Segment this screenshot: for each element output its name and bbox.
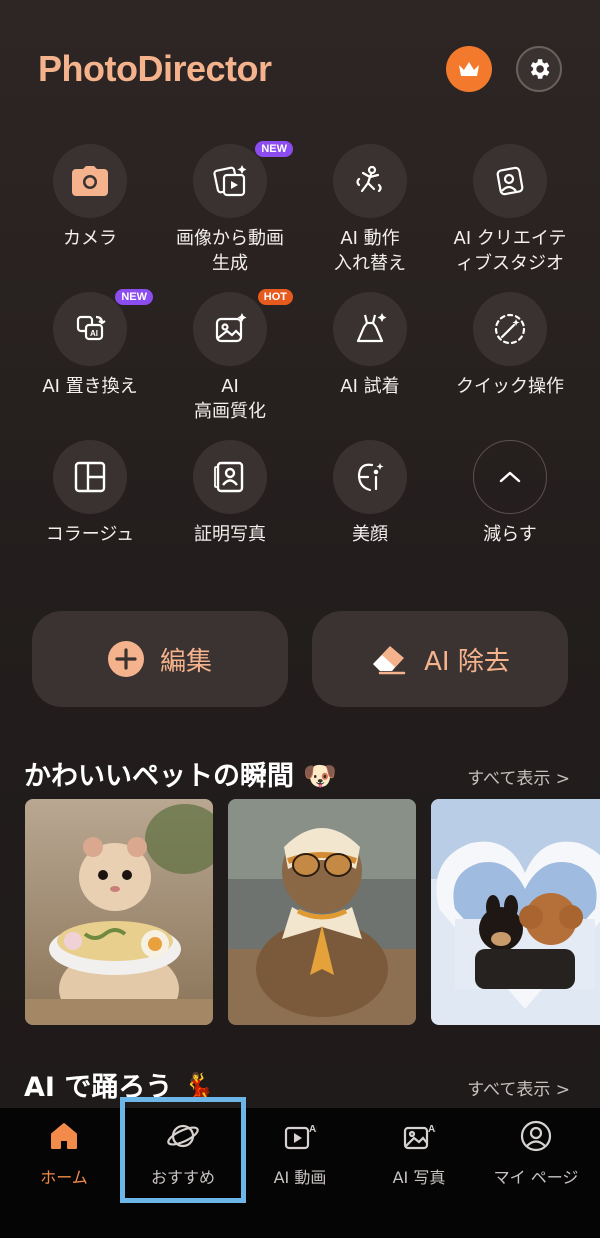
gear-icon bbox=[530, 59, 550, 79]
tool-ai-replace[interactable]: AI NEW AI 置き換え bbox=[20, 289, 160, 399]
tool-collapse[interactable]: 減らす bbox=[440, 440, 580, 547]
tool-ai-motion-swap[interactable]: AI 動作 入れ替え bbox=[300, 144, 440, 276]
nav-home[interactable]: ホーム bbox=[4, 1108, 124, 1208]
creative-studio-icon bbox=[496, 166, 524, 196]
tool-image-to-video[interactable]: NEW 画像から動画 生成 bbox=[160, 141, 300, 276]
eraser-icon bbox=[373, 646, 406, 675]
capybara-photo bbox=[228, 799, 416, 1025]
svg-text:AI: AI bbox=[90, 329, 98, 338]
nav-label: マイ ページ bbox=[493, 1168, 579, 1187]
tool-label: 画像から動画 生成 bbox=[176, 228, 284, 274]
tool-label: カメラ bbox=[63, 228, 117, 249]
magic-wand-icon bbox=[494, 313, 526, 345]
face-beauty-icon bbox=[357, 463, 384, 492]
tool-label: AI 動作 入れ替え bbox=[334, 228, 406, 274]
tool-label: AI 高画質化 bbox=[194, 376, 266, 422]
tool-label: AI クリエイテ ィブスタジオ bbox=[453, 228, 567, 274]
new-badge: NEW bbox=[115, 289, 153, 305]
pet-thumbnail-dogs[interactable] bbox=[431, 799, 600, 1025]
tool-label: コラージュ bbox=[45, 524, 135, 545]
premium-button[interactable] bbox=[446, 46, 492, 92]
tool-collage[interactable]: コラージュ bbox=[20, 440, 160, 547]
dance-swap-icon bbox=[356, 165, 382, 193]
tool-label: クイック操作 bbox=[456, 376, 564, 397]
nav-ai-video[interactable]: AI AI 動画 bbox=[240, 1108, 360, 1208]
tool-ai-enhance[interactable]: HOT AI 高画質化 bbox=[160, 289, 300, 424]
tool-label: 減らす bbox=[483, 524, 537, 545]
bottom-navigation: ホーム おすすめ AI AI 動画 AI bbox=[0, 1108, 600, 1238]
ai-replace-icon: AI bbox=[76, 315, 106, 341]
ai-remove-label: AI 除去 bbox=[424, 646, 510, 677]
hot-badge: HOT bbox=[257, 289, 293, 305]
ai-video-icon: AI bbox=[284, 1124, 317, 1150]
tool-camera[interactable]: カメラ bbox=[20, 144, 160, 251]
id-photo-icon bbox=[214, 461, 244, 493]
home-icon bbox=[51, 1123, 77, 1149]
edit-button[interactable]: 編集 bbox=[32, 611, 288, 707]
pet-thumbnail-capybara[interactable] bbox=[228, 799, 416, 1025]
tool-id-photo[interactable]: 証明写真 bbox=[160, 440, 300, 547]
enhance-icon bbox=[215, 313, 247, 343]
section-title-pets: かわいいペットの瞬間 🐶 bbox=[24, 761, 338, 792]
tool-ai-try-on[interactable]: AI 試着 bbox=[300, 292, 440, 399]
svg-text:AI: AI bbox=[309, 1124, 317, 1135]
pet-thumbnail-hamster[interactable] bbox=[25, 799, 213, 1025]
tool-label: 美顔 bbox=[352, 524, 388, 545]
nav-label: AI 写真 bbox=[392, 1168, 446, 1187]
nav-label: AI 動画 bbox=[273, 1168, 327, 1187]
new-badge: NEW bbox=[255, 141, 293, 157]
nav-ai-photo[interactable]: AI AI 写真 bbox=[359, 1108, 479, 1208]
nav-my-page[interactable]: マイ ページ bbox=[476, 1108, 596, 1208]
ai-photo-icon: AI bbox=[403, 1124, 436, 1150]
svg-text:AI: AI bbox=[428, 1124, 436, 1135]
ai-remove-button[interactable]: AI 除去 bbox=[312, 611, 568, 707]
highlight-box bbox=[120, 1097, 246, 1203]
tool-beauty-face[interactable]: 美顔 bbox=[300, 440, 440, 547]
collage-icon bbox=[74, 461, 106, 493]
dress-icon bbox=[356, 313, 387, 343]
app-title: PhotoDirector bbox=[38, 48, 272, 89]
tool-label: 証明写真 bbox=[194, 524, 266, 545]
tool-label: AI 置き換え bbox=[42, 376, 138, 397]
image-to-video-icon bbox=[213, 165, 247, 197]
edit-label: 編集 bbox=[159, 646, 212, 677]
crown-icon bbox=[459, 62, 479, 76]
profile-icon bbox=[520, 1120, 552, 1152]
nav-label: ホーム bbox=[40, 1168, 88, 1187]
chevron-up-icon bbox=[499, 471, 521, 483]
see-all-pets-link[interactable]: すべて表示 > bbox=[467, 764, 570, 789]
tool-label: AI 試着 bbox=[340, 376, 400, 397]
tool-quick-action[interactable]: クイック操作 bbox=[440, 292, 580, 399]
settings-button[interactable] bbox=[516, 46, 562, 92]
dogs-photo bbox=[431, 799, 600, 1025]
hamster-photo bbox=[25, 799, 213, 1025]
see-all-dance-link[interactable]: すべて表示 > bbox=[467, 1075, 570, 1100]
camera-icon bbox=[72, 166, 108, 196]
tool-ai-creative-studio[interactable]: AI クリエイテ ィブスタジオ bbox=[440, 144, 580, 276]
plus-circle-icon bbox=[107, 641, 144, 677]
